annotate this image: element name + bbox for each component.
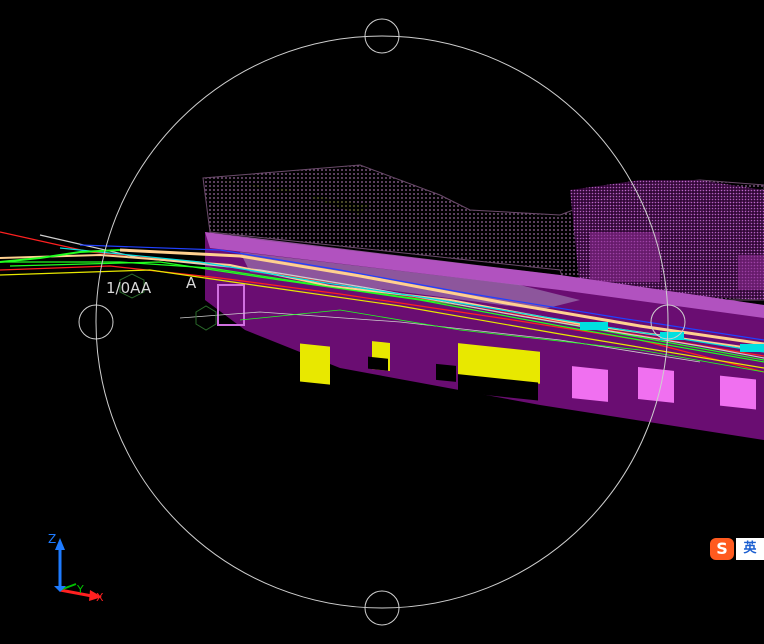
cad-3d-viewport[interactable]: 1/0AA A Z Y X S 英 [0, 0, 764, 644]
ime-logo-icon[interactable]: S [710, 538, 734, 560]
ime-indicator[interactable]: S 英 [710, 537, 764, 561]
ucs-x-label: X [96, 591, 104, 604]
ime-mode-label[interactable]: 英 [736, 538, 764, 560]
ucs-z-label: Z [48, 532, 56, 546]
ucs-y-label: Y [76, 583, 84, 596]
annotation-label-a: A [186, 274, 197, 292]
annotation-label-left: 1/0AA [106, 279, 152, 297]
model-scene[interactable]: 1/0AA A Z Y X [0, 0, 764, 644]
ucs-icon: Z Y X [48, 532, 104, 604]
